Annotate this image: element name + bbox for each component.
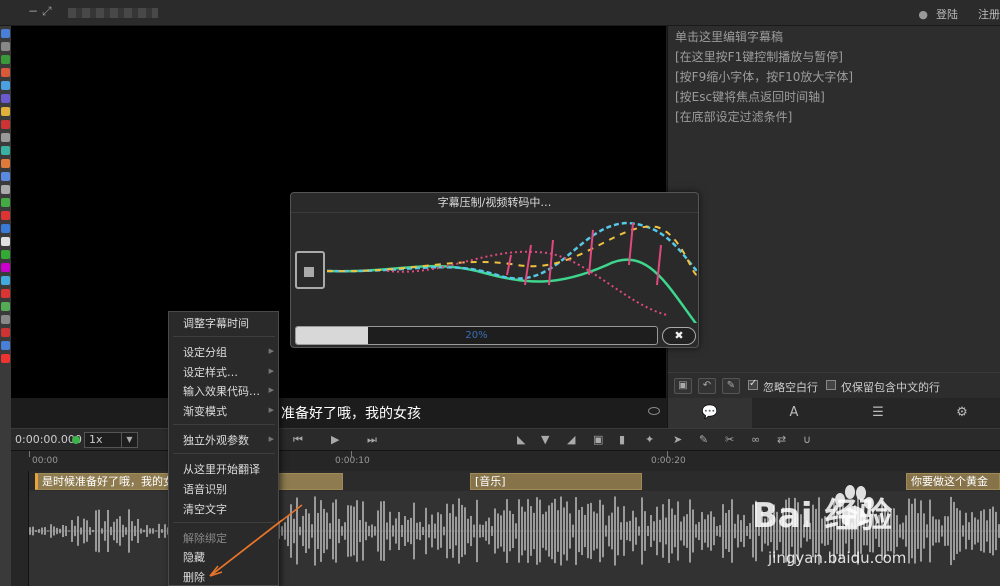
app-window: − ⤢ ● 登陆 注册 准备好了哦，我的女孩 单击这里编辑字幕稿 [在这里按F1… bbox=[0, 0, 1000, 586]
annotation-arrows bbox=[209, 504, 303, 577]
